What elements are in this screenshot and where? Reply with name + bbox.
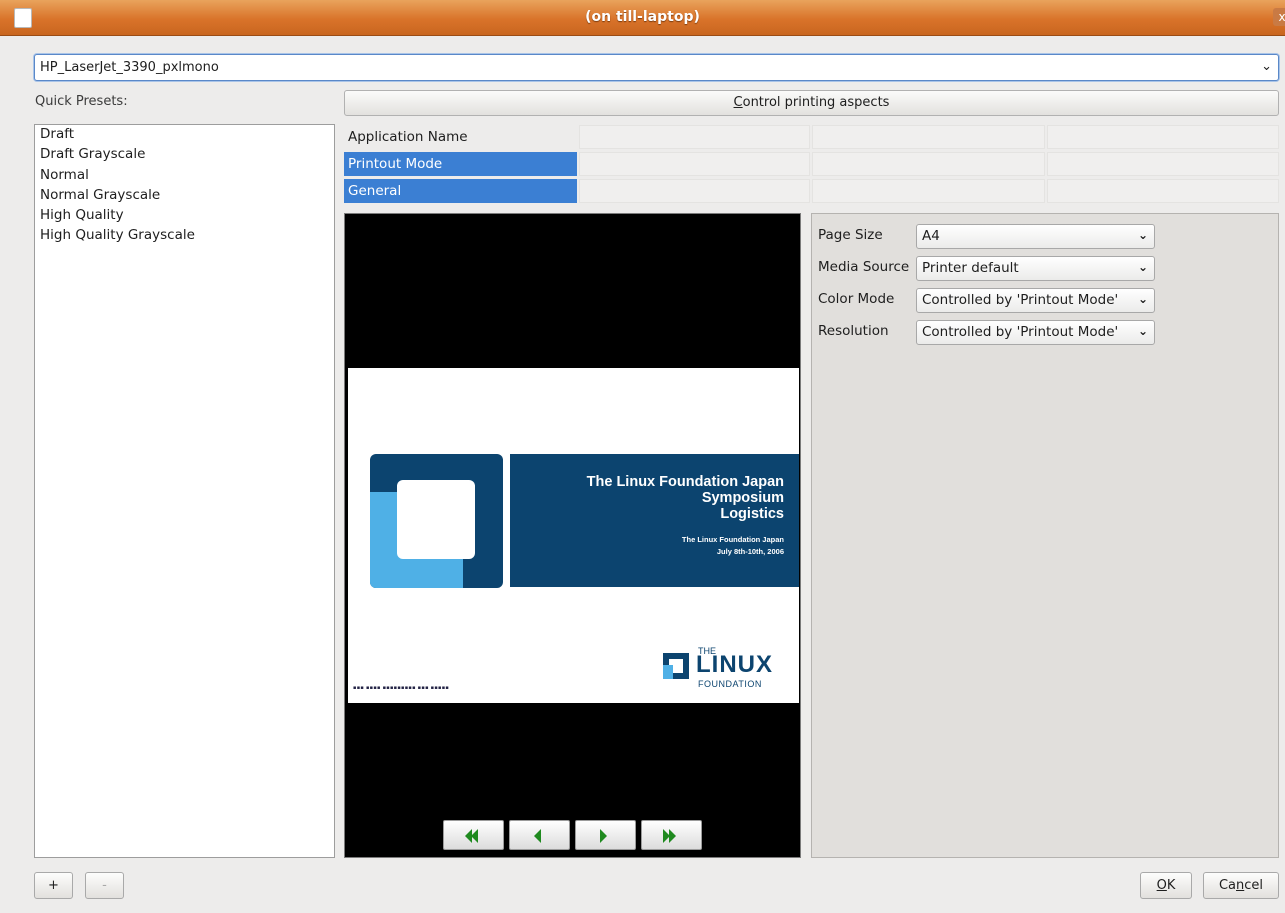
- slide-title-line-1: The Linux Foundation Japan: [586, 474, 784, 490]
- preset-item-normal-grayscale[interactable]: Normal Grayscale: [35, 186, 334, 206]
- logo-foundation-text: FOUNDATION: [698, 679, 762, 689]
- media-source-select[interactable]: Printer default ⌄: [916, 256, 1155, 281]
- first-page-button[interactable]: [443, 820, 504, 850]
- print-preview: The Linux Foundation Japan Symposium Log…: [344, 213, 801, 858]
- page-size-label: Page Size: [818, 227, 883, 243]
- next-page-icon: [600, 829, 607, 843]
- slide-subtitle-line-2: July 8th-10th, 2006: [716, 547, 784, 556]
- slide-logo-center: [397, 480, 475, 559]
- ok-label: K: [1166, 878, 1176, 893]
- remove-preset-button[interactable]: -: [85, 872, 124, 899]
- previous-page-button[interactable]: [509, 820, 570, 850]
- close-button[interactable]: x: [1273, 8, 1285, 26]
- resolution-label: Resolution: [818, 323, 889, 339]
- cancel-label-start: Ca: [1218, 878, 1237, 893]
- preset-item-normal[interactable]: Normal: [35, 166, 334, 186]
- media-source-label: Media Source: [818, 259, 910, 275]
- printer-select[interactable]: HP_LaserJet_3390_pxlmono ⌄: [34, 54, 1279, 81]
- color-mode-select[interactable]: Controlled by 'Printout Mode' ⌄: [916, 288, 1155, 313]
- chevron-down-icon: ⌄: [1137, 292, 1148, 306]
- slide-title-line-3: Logistics: [720, 506, 784, 522]
- title-bar[interactable]: (on till-laptop) x: [0, 0, 1285, 36]
- preset-item-draft[interactable]: Draft: [35, 125, 334, 145]
- previous-page-icon: [534, 829, 541, 843]
- quick-presets-label: Quick Presets:: [35, 94, 128, 109]
- slide-title-banner: The Linux Foundation Japan Symposium Log…: [510, 454, 799, 587]
- ok-mnemonic: O: [1156, 878, 1167, 893]
- slide-footer-text: ▪▪▪ ▪▪▪▪ ▪▪▪▪▪▪▪▪▪ ▪▪▪ ▪▪▪▪▪: [353, 685, 450, 691]
- aspect-row-printout-mode[interactable]: Printout Mode: [344, 152, 1279, 176]
- aspect-row-application-name[interactable]: Application Name: [344, 125, 1279, 149]
- window-title: (on till-laptop): [585, 9, 700, 25]
- preview-page: The Linux Foundation Japan Symposium Log…: [348, 368, 799, 703]
- chevron-down-icon: ⌄: [1261, 59, 1272, 74]
- last-page-icon: [663, 829, 676, 843]
- cancel-button[interactable]: Cancel: [1203, 872, 1279, 899]
- next-page-button[interactable]: [575, 820, 636, 850]
- resolution-select[interactable]: Controlled by 'Printout Mode' ⌄: [916, 320, 1155, 345]
- aspect-row-general[interactable]: General: [344, 179, 1279, 203]
- button-mnemonic: C: [733, 95, 743, 110]
- options-panel: Page Size A4 ⌄ Media Source Printer defa…: [811, 213, 1279, 858]
- control-printing-aspects-button[interactable]: Control printing aspects: [344, 90, 1279, 116]
- printer-settings-dialog: (on till-laptop) x HP_LaserJet_3390_pxlm…: [0, 0, 1285, 913]
- last-page-button[interactable]: [641, 820, 702, 850]
- slide-title-line-2: Symposium: [701, 490, 784, 506]
- media-source-value: Printer default: [922, 260, 1019, 276]
- chevron-down-icon: ⌄: [1137, 324, 1148, 338]
- resolution-value: Controlled by 'Printout Mode': [922, 324, 1119, 340]
- chevron-down-icon: ⌄: [1137, 260, 1148, 274]
- aspect-label: General: [348, 183, 402, 199]
- logo-linux-text: LINUX: [696, 651, 773, 678]
- aspect-label: Application Name: [348, 129, 468, 145]
- page-size-value: A4: [922, 228, 940, 244]
- ok-button[interactable]: OK: [1140, 872, 1192, 899]
- quick-presets-list[interactable]: Draft Draft Grayscale Normal Normal Gray…: [34, 124, 335, 858]
- page-size-select[interactable]: A4 ⌄: [916, 224, 1155, 249]
- button-label: ontrol printing aspects: [742, 95, 890, 110]
- cancel-label-end: cel: [1244, 878, 1264, 893]
- color-mode-value: Controlled by 'Printout Mode': [922, 292, 1119, 308]
- chevron-down-icon: ⌄: [1137, 228, 1148, 242]
- preset-item-high-quality-grayscale[interactable]: High Quality Grayscale: [35, 226, 334, 246]
- printer-select-value: HP_LaserJet_3390_pxlmono: [40, 60, 219, 75]
- first-page-icon: [465, 829, 478, 843]
- add-preset-button[interactable]: +: [34, 872, 73, 899]
- preset-item-draft-grayscale[interactable]: Draft Grayscale: [35, 145, 334, 165]
- preset-item-high-quality[interactable]: High Quality: [35, 206, 334, 226]
- color-mode-label: Color Mode: [818, 291, 895, 307]
- slide-subtitle-line-1: The Linux Foundation Japan: [681, 535, 784, 544]
- linux-foundation-logo-icon: [663, 653, 689, 679]
- aspect-label: Printout Mode: [348, 156, 443, 172]
